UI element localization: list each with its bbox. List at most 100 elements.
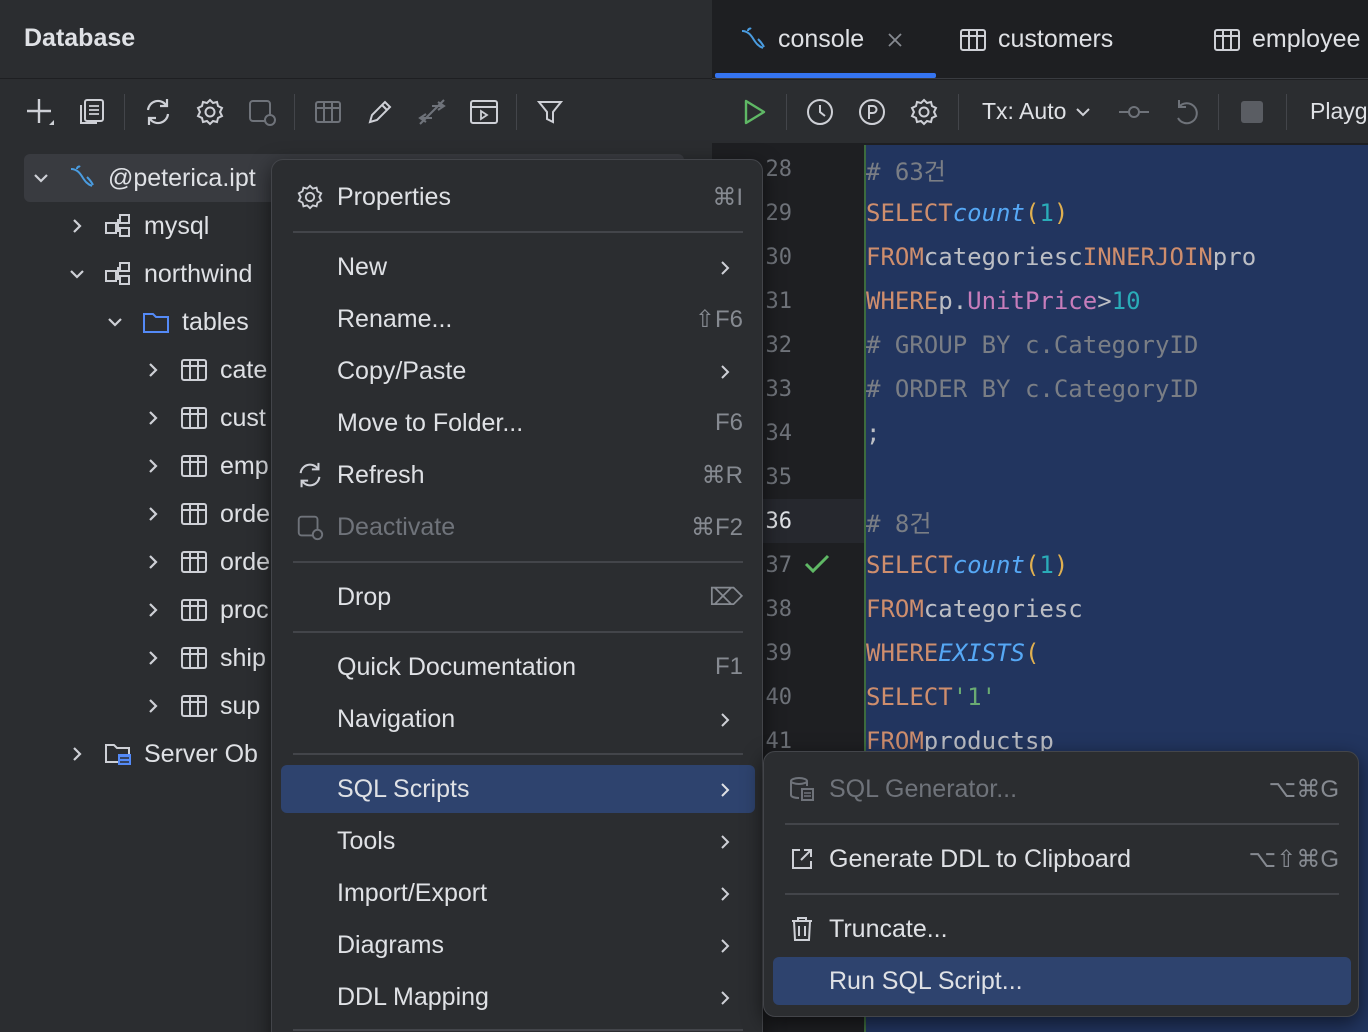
toolbar-separator (786, 94, 787, 130)
menu-item-run-sql-script[interactable]: Run SQL Script... (773, 957, 1351, 1005)
code-line[interactable]: ; (864, 411, 1368, 455)
chevron-right-icon[interactable] (140, 405, 166, 431)
menu-item-navigation[interactable]: Navigation (281, 695, 755, 743)
code-line[interactable]: # 8건 (864, 499, 1368, 543)
transaction-mode-dropdown[interactable]: Tx: Auto (982, 98, 1092, 125)
settings-icon[interactable] (192, 94, 228, 130)
tree-item-label: mysql (144, 211, 210, 240)
menu-item-copy-paste[interactable]: Copy/Paste (281, 347, 755, 395)
chevron-right-icon[interactable] (140, 645, 166, 671)
tab-employees[interactable]: employee (1212, 0, 1360, 79)
chevron-right-icon (715, 830, 735, 859)
code-line[interactable]: SELECT count(1) (864, 543, 1368, 587)
parameters-icon[interactable] (854, 94, 890, 130)
code-line[interactable]: FROM categories c (864, 587, 1368, 631)
toolbar-separator (124, 94, 125, 130)
menu-item-properties[interactable]: Properties ⌘I (281, 173, 755, 221)
menu-item-deactivate[interactable]: Deactivate ⌘F2 (281, 503, 755, 551)
toolbar-separator (516, 94, 517, 130)
menu-item-move-to-folder[interactable]: Move to Folder... F6 (281, 399, 755, 447)
code-line[interactable]: SELECT '1' (864, 675, 1368, 719)
chevron-right-icon[interactable] (140, 549, 166, 575)
chevron-right-icon[interactable] (140, 597, 166, 623)
code-line[interactable]: WHERE p. UnitPrice > 10 (864, 279, 1368, 323)
menu-item-refresh[interactable]: Refresh ⌘R (281, 451, 755, 499)
edit-icon[interactable] (362, 94, 398, 130)
close-icon[interactable] (886, 31, 904, 49)
menu-item-new[interactable]: New (281, 243, 755, 291)
mysql-dolphin-icon (738, 25, 768, 55)
tree-item-table[interactable]: orde (140, 538, 270, 586)
menu-item-diagrams[interactable]: Diagrams (281, 921, 755, 969)
menu-separator (785, 893, 1339, 895)
toolbar-separator (958, 94, 959, 130)
table-icon (178, 594, 210, 626)
add-icon[interactable] (22, 94, 58, 130)
chevron-right-icon (715, 360, 735, 389)
code-line[interactable]: SELECT count(1) (864, 191, 1368, 235)
tree-item-schema[interactable]: northwind (64, 250, 252, 298)
sql-generator-icon (787, 774, 817, 804)
playground-mode-label[interactable]: Playg (1310, 98, 1368, 125)
jump-icon[interactable] (414, 94, 450, 130)
menu-item-import-export[interactable]: Import/Export (281, 869, 755, 917)
console-icon[interactable] (466, 94, 502, 130)
toolbar-separator (1218, 94, 1219, 130)
copy-icon[interactable] (74, 94, 110, 130)
deactivate-icon[interactable] (244, 94, 280, 130)
filter-icon[interactable] (532, 94, 568, 130)
menu-item-sql-scripts[interactable]: SQL Scripts (281, 765, 755, 813)
menu-item-generate-ddl-to-clipboard[interactable]: Generate DDL to Clipboard ⌥⇧⌘G (773, 835, 1351, 883)
code-line[interactable]: # ORDER BY c.CategoryID (864, 367, 1368, 411)
code-line[interactable]: WHERE EXISTS ( (864, 631, 1368, 675)
menu-item-ddl-mapping[interactable]: DDL Mapping (281, 973, 755, 1021)
chevron-down-icon[interactable] (64, 261, 90, 287)
menu-item-drop[interactable]: Drop ⌦ (281, 573, 755, 621)
menu-item-sql-generator[interactable]: SQL Generator... ⌥⌘G (773, 765, 1351, 813)
code-line[interactable]: # 63건 (864, 147, 1368, 191)
refresh-icon[interactable] (140, 94, 176, 130)
tree-item-table[interactable]: ship (140, 634, 266, 682)
tree-item-label: emp (220, 451, 269, 480)
chevron-down-icon[interactable] (28, 165, 54, 191)
chevron-right-icon[interactable] (140, 357, 166, 383)
chevron-right-icon[interactable] (64, 741, 90, 767)
menu-separator (785, 823, 1339, 825)
menu-item-quick-documentation[interactable]: Quick Documentation F1 (281, 643, 755, 691)
tree-item-table[interactable]: proc (140, 586, 269, 634)
tree-item-table[interactable]: cate (140, 346, 267, 394)
chevron-right-icon (715, 778, 735, 807)
menu-item-rename[interactable]: Rename... ⇧F6 (281, 295, 755, 343)
active-tab-indicator (715, 73, 936, 78)
tree-item-table[interactable]: cust (140, 394, 266, 442)
chevron-right-icon (715, 882, 735, 911)
sql-scripts-submenu: SQL Generator... ⌥⌘G Generate DDL to Cli… (763, 751, 1359, 1017)
chevron-down-icon[interactable] (102, 309, 128, 335)
menu-item-tools[interactable]: Tools (281, 817, 755, 865)
settings-icon[interactable] (906, 94, 942, 130)
tab-console[interactable]: console (738, 0, 904, 79)
code-line[interactable]: # GROUP BY c.CategoryID (864, 323, 1368, 367)
tree-item-table[interactable]: orde (140, 490, 270, 538)
tree-item-schema[interactable]: mysql (64, 202, 209, 250)
tree-item-server-objects[interactable]: Server Ob (64, 730, 258, 778)
code-line[interactable] (864, 455, 1368, 499)
chevron-right-icon[interactable] (140, 693, 166, 719)
history-icon[interactable] (802, 94, 838, 130)
run-icon[interactable] (736, 94, 772, 130)
code-line[interactable]: FROM categories c INNER JOIN pro (864, 235, 1368, 279)
chevron-right-icon[interactable] (140, 501, 166, 527)
menu-item-truncate[interactable]: Truncate... (773, 905, 1351, 953)
chevron-right-icon[interactable] (64, 213, 90, 239)
tab-customers[interactable]: customers (958, 0, 1113, 79)
folder-icon (140, 306, 172, 338)
tree-item-folder[interactable]: tables (102, 298, 249, 346)
commit-icon[interactable] (1116, 94, 1152, 130)
rollback-icon[interactable] (1168, 94, 1204, 130)
table-icon[interactable] (310, 94, 346, 130)
stop-icon[interactable] (1234, 94, 1270, 130)
chevron-right-icon[interactable] (140, 453, 166, 479)
tree-item-table[interactable]: sup (140, 682, 260, 730)
tree-item-table[interactable]: emp (140, 442, 269, 490)
table-icon (178, 498, 210, 530)
